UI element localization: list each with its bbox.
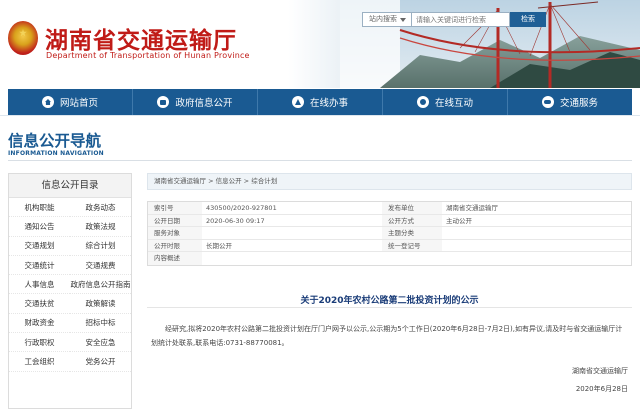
site-title: 湖南省交通运输厅 <box>45 27 237 54</box>
metadata-row: 公开时限 长期公开 统一登记号 <box>148 239 631 252</box>
method-label: 公开方式 <box>382 214 442 226</box>
section-title: 信息公开导航 <box>8 132 102 150</box>
breadcrumb: 湖南省交通运输厅 > 信息公开 > 综合计划 <box>147 173 632 190</box>
category-label: 主题分类 <box>382 227 442 239</box>
sidebar-item[interactable]: 工会组织 <box>9 352 70 372</box>
sidebar-item[interactable]: 通知公告 <box>9 217 70 237</box>
publisher-value: 湖南省交通运输厅 <box>446 204 498 212</box>
sidebar-heading: 信息公开目录 <box>9 174 131 198</box>
sidebar-item[interactable]: 交通规划 <box>9 237 70 256</box>
index-value: 430500/2020-927801 <box>206 204 277 212</box>
sidebar-item[interactable]: 政策法规 <box>70 217 131 237</box>
code-label: 统一登记号 <box>382 239 442 251</box>
nav-item-online-service[interactable]: 在线办事 <box>258 89 383 115</box>
sidebar-item[interactable]: 政府信息公开指南 <box>70 275 131 295</box>
nav-item-label: 网站首页 <box>59 98 98 109</box>
sidebar-item[interactable]: 安全应急 <box>70 333 131 353</box>
sidebar-item[interactable]: 党务公开 <box>70 352 131 372</box>
search-bar: 站内搜索 检索 <box>362 12 546 27</box>
article-title: 关于2020年农村公路第二批投资计划的公示 <box>300 296 479 306</box>
breadcrumb-separator: > <box>241 177 252 185</box>
national-emblem-logo <box>8 21 38 55</box>
nav-item-government-info[interactable]: 政府信息公开 <box>133 89 258 115</box>
breadcrumb-separator: > <box>206 177 216 185</box>
sidebar-item[interactable]: 综合计划 <box>70 237 131 256</box>
sidebar-item[interactable]: 人事信息 <box>9 275 70 295</box>
nav-item-traffic-service[interactable]: 交通服务 <box>508 89 632 115</box>
divider <box>147 307 632 308</box>
target-value <box>202 227 382 239</box>
index-label: 索引号 <box>148 202 202 214</box>
period-value: 长期公开 <box>206 241 232 250</box>
article-body: 经研究,拟将2020年农村公路第二批投资计划在厅门户网予以公示,公示期为5个工作… <box>151 325 623 347</box>
code-value <box>442 240 631 252</box>
sidebar-item[interactable]: 招标中标 <box>70 314 131 334</box>
online-service-icon <box>291 96 304 108</box>
breadcrumb-item[interactable]: 湖南省交通运输厅 <box>154 177 206 185</box>
summary-label: 内容概述 <box>148 252 202 265</box>
sidebar-item[interactable]: 交通统计 <box>9 256 70 276</box>
section-subtitle: INFORMATION NAVIGATION <box>8 150 104 157</box>
date-label: 公开日期 <box>148 214 202 226</box>
date-value: 2020-06-30 09:17 <box>206 216 265 225</box>
sidebar-item[interactable]: 交通扶贫 <box>9 294 70 314</box>
sidebar-item[interactable]: 政策解读 <box>70 294 131 314</box>
metadata-row: 内容概述 <box>148 252 631 265</box>
traffic-icon <box>541 96 554 108</box>
divider <box>0 115 640 116</box>
sidebar-menu: 机构职能 政务动态 通知公告 政策法规 交通规划 综合计划 交通统计 交通规费 … <box>9 198 131 372</box>
nav-item-label: 在线互动 <box>434 98 473 109</box>
site-header: 湖南省交通运输厅 Department of Transportation of… <box>0 0 640 88</box>
sidebar-item[interactable]: 机构职能 <box>9 198 70 218</box>
sidebar: 信息公开目录 机构职能 政务动态 通知公告 政策法规 交通规划 综合计划 交通统… <box>8 173 132 409</box>
article-signature: 湖南省交通运输厅 <box>572 367 628 375</box>
publisher-label: 发布单位 <box>382 202 442 214</box>
government-icon <box>157 96 170 108</box>
metadata-row: 索引号 430500/2020-927801 发布单位 湖南省交通运输厅 <box>148 202 631 215</box>
nav-item-label: 政府信息公开 <box>175 98 233 109</box>
nav-item-online-interaction[interactable]: 在线互动 <box>383 89 508 115</box>
article-date: 2020年6月28日 <box>575 385 628 393</box>
home-icon <box>41 96 54 108</box>
search-input[interactable] <box>412 12 510 27</box>
main-content: 湖南省交通运输厅 > 信息公开 > 综合计划 索引号 430500/2020-9… <box>147 173 632 409</box>
chat-icon <box>416 96 429 108</box>
sidebar-item[interactable]: 财政资金 <box>9 314 70 334</box>
nav-item-label: 在线办事 <box>309 98 348 109</box>
category-value <box>442 227 631 239</box>
search-button[interactable]: 检索 <box>510 12 546 27</box>
sidebar-item[interactable]: 交通规费 <box>70 256 131 276</box>
period-label: 公开时限 <box>148 239 202 251</box>
search-scope-select[interactable]: 站内搜索 <box>362 12 412 27</box>
metadata-row: 服务对象 主题分类 <box>148 227 631 240</box>
main-nav: 网站首页 政府信息公开 在线办事 在线互动 交通服务 <box>8 89 632 115</box>
method-value: 主动公开 <box>446 216 472 225</box>
divider <box>8 160 632 161</box>
site-subtitle: Department of Transportation of Hunan Pr… <box>46 51 250 60</box>
summary-value <box>202 252 631 265</box>
sidebar-item[interactable]: 政务动态 <box>70 198 131 218</box>
metadata-table: 索引号 430500/2020-927801 发布单位 湖南省交通运输厅 公开日… <box>147 201 632 266</box>
breadcrumb-item[interactable]: 综合计划 <box>251 177 277 185</box>
sidebar-item[interactable]: 行政职权 <box>9 333 70 353</box>
nav-item-label: 交通服务 <box>559 98 598 109</box>
breadcrumb-item[interactable]: 信息公开 <box>216 177 242 185</box>
nav-item-home[interactable]: 网站首页 <box>8 89 133 115</box>
metadata-row: 公开日期 2020-06-30 09:17 公开方式 主动公开 <box>148 214 631 227</box>
target-label: 服务对象 <box>148 227 202 239</box>
